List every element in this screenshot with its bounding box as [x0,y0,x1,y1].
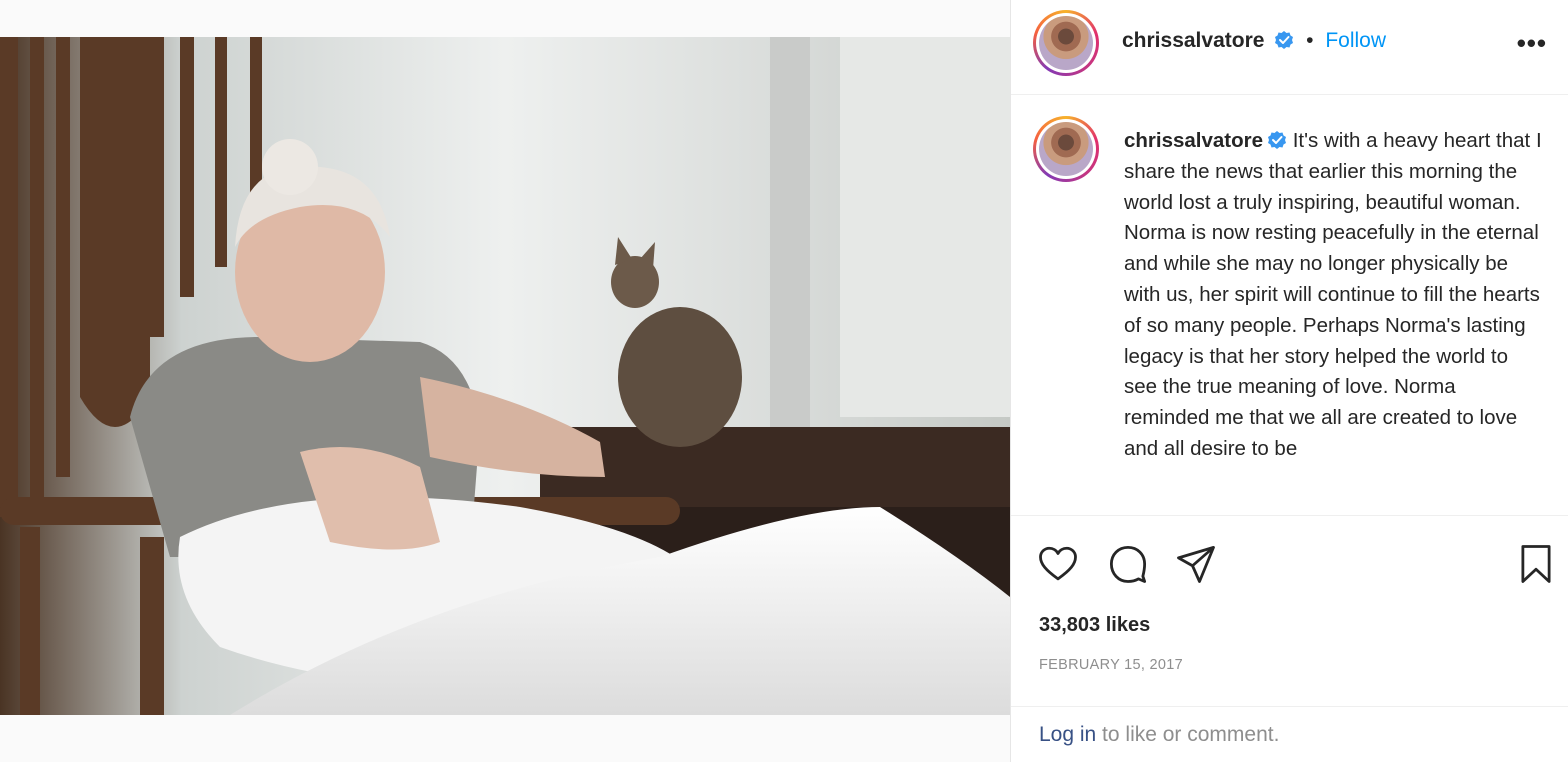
more-options-icon[interactable]: ••• [1517,28,1547,59]
login-link[interactable]: Log in [1039,723,1096,746]
paper-plane-icon[interactable] [1175,543,1217,585]
verified-badge-icon [1268,131,1287,149]
caption-avatar[interactable] [1033,116,1099,182]
caption-body: It's with a heavy heart that I share the… [1124,129,1542,460]
follow-button[interactable]: Follow [1325,29,1386,52]
comment-icon[interactable] [1107,543,1149,585]
bookmark-icon[interactable] [1515,543,1557,585]
login-rest-text: to like or comment. [1096,723,1280,746]
login-bar: Log in to like or comment. [1011,706,1568,762]
post-side-panel: chrissalvatore • Follow ••• chrissalvato… [1010,0,1568,762]
separator-dot: • [1306,29,1314,52]
caption-scroll-area[interactable]: chrissalvatore It's with a heavy heart t… [1011,96,1568,516]
username-link[interactable]: chrissalvatore [1122,29,1264,52]
caption-username-link[interactable]: chrissalvatore [1124,129,1263,152]
heart-icon[interactable] [1037,543,1079,585]
caption-text: chrissalvatore It's with a heavy heart t… [1124,126,1544,465]
avatar[interactable] [1033,10,1099,76]
header-username-row: chrissalvatore • Follow [1122,29,1386,53]
post-actions-bar [1011,535,1568,595]
post-date[interactable]: FEBRUARY 15, 2017 [1039,657,1183,673]
media-area [0,0,1010,762]
login-prompt: Log in to like or comment. [1039,723,1279,747]
post-photo[interactable] [0,37,1010,715]
likes-count[interactable]: 33,803 likes [1039,614,1150,637]
verified-badge-icon [1275,31,1294,49]
post-header: chrissalvatore • Follow ••• [1011,0,1568,95]
